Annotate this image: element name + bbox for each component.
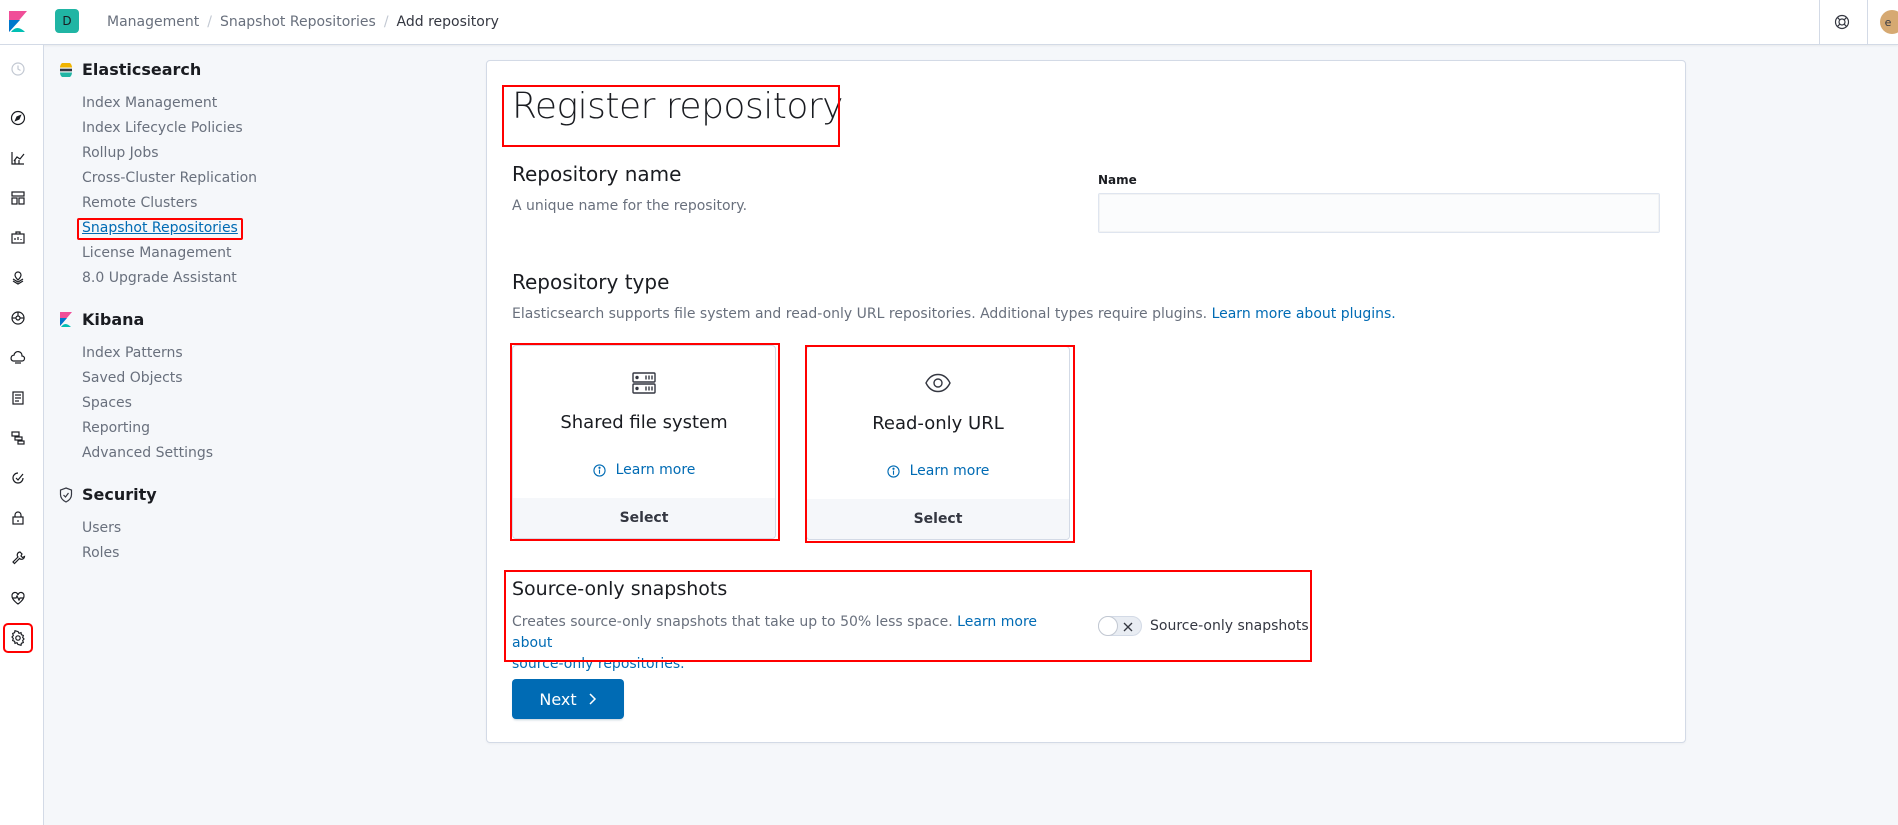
sidenav-item-saved-objects[interactable]: Saved Objects — [82, 370, 183, 386]
machine-learning-icon[interactable] — [6, 306, 30, 330]
breadcrumb-separator: / — [207, 14, 212, 30]
nav-rail — [0, 45, 44, 825]
learn-more-plugins-link[interactable]: Learn more about plugins. — [1212, 306, 1396, 322]
sidenav-item-advanced-settings[interactable]: Advanced Settings — [82, 445, 213, 461]
repository-name-description: A unique name for the repository. — [512, 198, 748, 214]
sidenav-item-cross-cluster-replication[interactable]: Cross-Cluster Replication — [82, 170, 257, 186]
dev-tools-icon[interactable] — [6, 546, 30, 570]
highlight-box — [510, 343, 780, 541]
sidenav-item-spaces[interactable]: Spaces — [82, 395, 132, 411]
apm-icon[interactable] — [6, 426, 30, 450]
sidenav-item-index-patterns[interactable]: Index Patterns — [82, 345, 183, 361]
sidenav-group-title: Kibana — [82, 310, 145, 329]
highlight-box — [805, 345, 1075, 543]
sidenav-group-title: Security — [82, 485, 157, 504]
next-button[interactable]: Next — [512, 679, 624, 719]
maps-icon[interactable] — [6, 266, 30, 290]
sidenav-group-security: Security — [58, 485, 157, 504]
sidenav-item-roles[interactable]: Roles — [82, 545, 119, 561]
dashboard-icon[interactable] — [6, 186, 30, 210]
canvas-icon[interactable] — [6, 226, 30, 250]
siem-lock-icon[interactable] — [6, 506, 30, 530]
space-avatar[interactable]: D — [55, 9, 79, 33]
user-avatar[interactable]: e — [1880, 10, 1898, 34]
shield-icon — [58, 486, 74, 503]
chevron-right-icon — [587, 693, 597, 705]
repository-type-title: Repository type — [512, 270, 670, 294]
kibana-logo-icon[interactable] — [0, 0, 36, 44]
breadcrumb-management[interactable]: Management — [107, 14, 199, 30]
repository-type-description: Elasticsearch supports file system and r… — [512, 304, 1396, 325]
breadcrumb-separator: / — [383, 14, 389, 30]
breadcrumb: Management / Snapshot Repositories / Add… — [107, 0, 499, 44]
visualize-icon[interactable] — [6, 146, 30, 170]
kibana-logo-icon — [58, 312, 74, 328]
uptime-icon[interactable] — [6, 466, 30, 490]
sidenav-item-index-management[interactable]: Index Management — [82, 95, 217, 111]
recently-viewed-icon[interactable] — [6, 57, 30, 81]
highlight-box — [502, 85, 840, 147]
elasticsearch-logo-icon — [58, 62, 74, 78]
breadcrumb-add-repository: Add repository — [396, 14, 499, 30]
repository-name-input[interactable] — [1098, 193, 1660, 233]
management-gear-icon[interactable] — [3, 623, 33, 653]
help-icon[interactable] — [1830, 10, 1854, 34]
repository-name-title: Repository name — [512, 162, 682, 186]
sidenav-group-kibana: Kibana — [58, 310, 144, 329]
name-field-label: Name — [1098, 173, 1137, 187]
header-divider — [1819, 0, 1820, 44]
highlight-box — [504, 570, 1312, 662]
top-header: D Management / Snapshot Repositories / A… — [0, 0, 1898, 45]
highlight-box — [77, 218, 243, 240]
infrastructure-icon[interactable] — [6, 346, 30, 370]
sidenav-item-upgrade-assistant[interactable]: 8.0 Upgrade Assistant — [82, 270, 237, 286]
logs-icon[interactable] — [6, 386, 30, 410]
register-repository-panel: Register repository Repository name A un… — [486, 60, 1686, 743]
sidenav-item-users[interactable]: Users — [82, 520, 121, 536]
sidenav-item-remote-clusters[interactable]: Remote Clusters — [82, 195, 197, 211]
sidenav-item-index-lifecycle-policies[interactable]: Index Lifecycle Policies — [82, 120, 243, 136]
breadcrumb-snapshot-repositories[interactable]: Snapshot Repositories — [220, 14, 376, 30]
header-divider — [1867, 0, 1868, 44]
next-label: Next — [539, 689, 577, 709]
sidenav-group-elasticsearch: Elasticsearch — [58, 60, 201, 79]
discover-icon[interactable] — [6, 106, 30, 130]
repository-type-desc-text: Elasticsearch supports file system and r… — [512, 306, 1208, 322]
sidenav-item-reporting[interactable]: Reporting — [82, 420, 150, 436]
sidenav-item-rollup-jobs[interactable]: Rollup Jobs — [82, 145, 159, 161]
sidenav-group-title: Elasticsearch — [82, 60, 202, 79]
monitoring-icon[interactable] — [6, 586, 30, 610]
sidenav-item-license-management[interactable]: License Management — [82, 245, 231, 261]
